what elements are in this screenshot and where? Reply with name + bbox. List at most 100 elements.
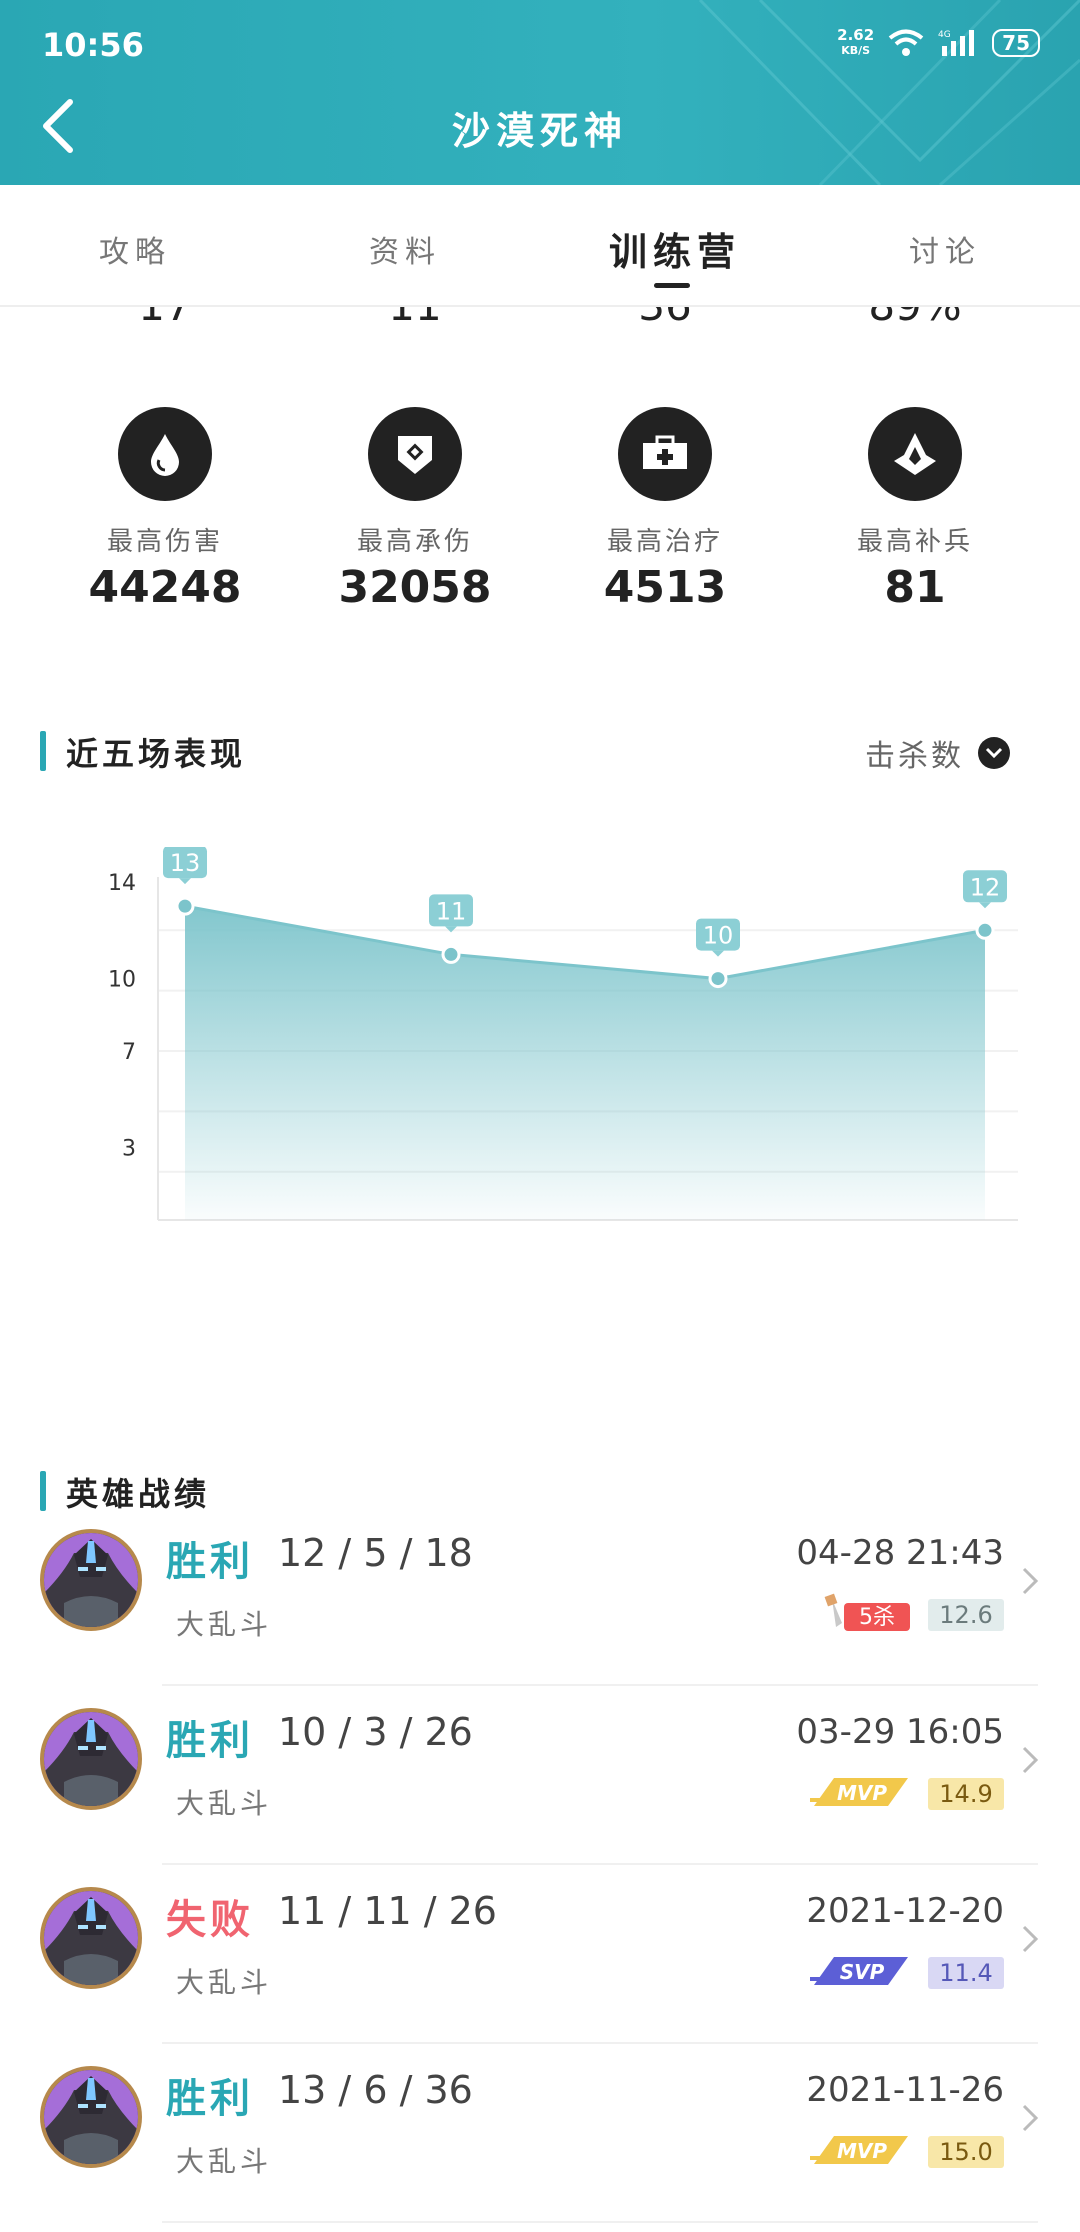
data-point	[441, 944, 461, 964]
y-tick-label: 3	[122, 1137, 136, 1162]
match-result: 胜利	[166, 2076, 254, 2122]
data-label-pointer	[712, 950, 724, 957]
hero-avatar	[40, 1887, 142, 1989]
net-speed-unit: KB/S	[841, 44, 871, 57]
penta-badge: 5杀	[822, 1593, 912, 1637]
match-result: 失败	[166, 1897, 254, 1943]
match-row[interactable]: 失败 11 / 11 / 26 大乱斗 2021-12-20 SVP 11.4	[0, 1865, 1080, 2044]
tab-bar: 攻略 资料 训练营 讨论	[0, 185, 1080, 307]
hero-avatar	[40, 2066, 142, 2168]
match-kda: 11 / 11 / 26	[278, 1889, 497, 1933]
best-label: 最高补兵	[856, 527, 973, 557]
match-row[interactable]: 胜利 13 / 6 / 36 大乱斗 2021-11-26 MVP 15.0	[0, 2044, 1080, 2223]
data-label-pointer	[979, 902, 991, 909]
summary-values: 17 11 36 89%	[0, 307, 1080, 330]
summary-value: 36	[540, 307, 790, 330]
chevron-right-icon	[1022, 1567, 1039, 1595]
net-speed: 2.62 KB/S	[837, 28, 874, 58]
data-label: 11	[436, 897, 467, 925]
best-value: 4513	[603, 562, 727, 613]
shield-icon	[368, 407, 462, 501]
badge-text: MVP	[837, 1781, 887, 1805]
tab-guide[interactable]: 攻略	[0, 185, 270, 305]
badge-row: MVP 15.0	[808, 2130, 1004, 2174]
badge-row: MVP 14.9	[808, 1772, 1004, 1816]
page-title: 沙漠死神	[451, 109, 628, 153]
tab-info[interactable]: 资料	[270, 185, 540, 305]
match-kda: 13 / 6 / 36	[278, 2068, 473, 2112]
best-records: 最高伤害 44248 最高承伤 32058 最高治疗 4513 最高补兵 81	[40, 407, 1040, 613]
app-root: 10:56 2.62 KB/S 4G 75 沙漠死神 攻略 资料 训练营 讨论 …	[0, 0, 1080, 2232]
match-score: 11.4	[928, 1957, 1004, 1989]
mvp-badge: MVP	[808, 1772, 912, 1816]
status-icons: 2.62 KB/S 4G 75	[837, 28, 1040, 58]
mvp-badge: MVP	[808, 2130, 912, 2174]
chart-svg: 037101411/2612/203/294/2813111012	[108, 847, 1018, 1221]
match-mode: 大乱斗	[176, 1608, 273, 1641]
battery-indicator: 75	[992, 29, 1040, 57]
section-accent-bar	[40, 731, 46, 771]
match-kda: 12 / 5 / 18	[278, 1531, 473, 1575]
minion-icon	[868, 407, 962, 501]
match-result: 胜利	[166, 1718, 254, 1764]
match-row[interactable]: 胜利 10 / 3 / 26 大乱斗 03-29 16:05 MVP 14.9	[0, 1686, 1080, 1865]
y-tick-label: 10	[108, 968, 136, 993]
data-label: 10	[703, 922, 734, 950]
chevron-down-icon	[978, 737, 1010, 769]
header-bar: 10:56 2.62 KB/S 4G 75 沙漠死神	[0, 0, 1080, 185]
y-tick-label: 14	[108, 871, 136, 896]
row-divider	[162, 2221, 1038, 2223]
badge-row: 5杀 12.6	[822, 1593, 1004, 1637]
match-score: 14.9	[928, 1778, 1004, 1810]
best-label: 最高治疗	[606, 527, 723, 557]
data-label: 12	[970, 873, 1001, 901]
hero-avatar	[40, 1708, 142, 1810]
recent-performance-chart: 037101411/2612/203/294/2813111012	[0, 847, 1080, 1227]
medkit-icon	[618, 407, 712, 501]
match-time: 2021-11-26	[806, 2070, 1004, 2110]
match-kda: 10 / 3 / 26	[278, 1710, 473, 1754]
match-mode: 大乱斗	[176, 1787, 273, 1820]
blood-drop-icon	[118, 407, 212, 501]
data-point	[175, 896, 195, 916]
best-healing: 最高治疗 4513	[540, 407, 790, 613]
net-speed-value: 2.62	[837, 26, 875, 44]
match-row[interactable]: 胜利 12 / 5 / 18 大乱斗 04-28 21:43 5杀 12.6	[0, 1507, 1080, 1686]
best-value: 81	[884, 562, 946, 613]
best-label: 最高伤害	[106, 527, 223, 557]
svp-badge: SVP	[808, 1951, 912, 1995]
tab-training[interactable]: 训练营	[540, 185, 810, 305]
match-score: 12.6	[928, 1599, 1004, 1631]
y-tick-label: 7	[122, 1040, 136, 1065]
network-type: 4G	[938, 30, 951, 40]
hero-avatar	[40, 1529, 142, 1631]
best-damage: 最高伤害 44248	[40, 407, 290, 613]
data-point	[975, 920, 995, 940]
recent-section-header: 近五场表现 击杀数	[40, 727, 1040, 775]
match-time: 03-29 16:05	[796, 1712, 1004, 1752]
match-list: 胜利 12 / 5 / 18 大乱斗 04-28 21:43 5杀 12.6 胜利 10 / …	[0, 1507, 1080, 2223]
best-value: 32058	[338, 562, 492, 613]
scroll-content[interactable]: 17 11 36 89% 最高伤害 44248 最高承伤 32058	[0, 307, 1080, 2232]
best-value: 44248	[88, 562, 242, 613]
best-damage-taken: 最高承伤 32058	[290, 407, 540, 613]
match-mode: 大乱斗	[176, 1966, 273, 1999]
recent-section-title: 近五场表现	[66, 735, 247, 773]
match-result: 胜利	[166, 1539, 254, 1585]
summary-value: 89%	[790, 307, 1040, 330]
data-label: 13	[170, 849, 201, 877]
best-last-hits: 最高补兵 81	[790, 407, 1040, 613]
metric-dropdown[interactable]: 击杀数	[865, 731, 1010, 775]
metric-dropdown-value: 击杀数	[865, 739, 964, 774]
summary-value: 11	[290, 307, 540, 330]
chevron-right-icon	[1022, 1925, 1039, 1953]
match-time: 2021-12-20	[806, 1891, 1004, 1931]
badge-text: MVP	[837, 2139, 887, 2163]
match-time: 04-28 21:43	[796, 1533, 1004, 1573]
best-label: 最高承伤	[356, 527, 473, 557]
data-point	[708, 969, 728, 989]
badge-row: SVP 11.4	[808, 1951, 1004, 1995]
match-mode: 大乱斗	[176, 2145, 273, 2178]
chevron-right-icon	[1022, 2104, 1039, 2132]
tab-discussion[interactable]: 讨论	[810, 185, 1080, 305]
